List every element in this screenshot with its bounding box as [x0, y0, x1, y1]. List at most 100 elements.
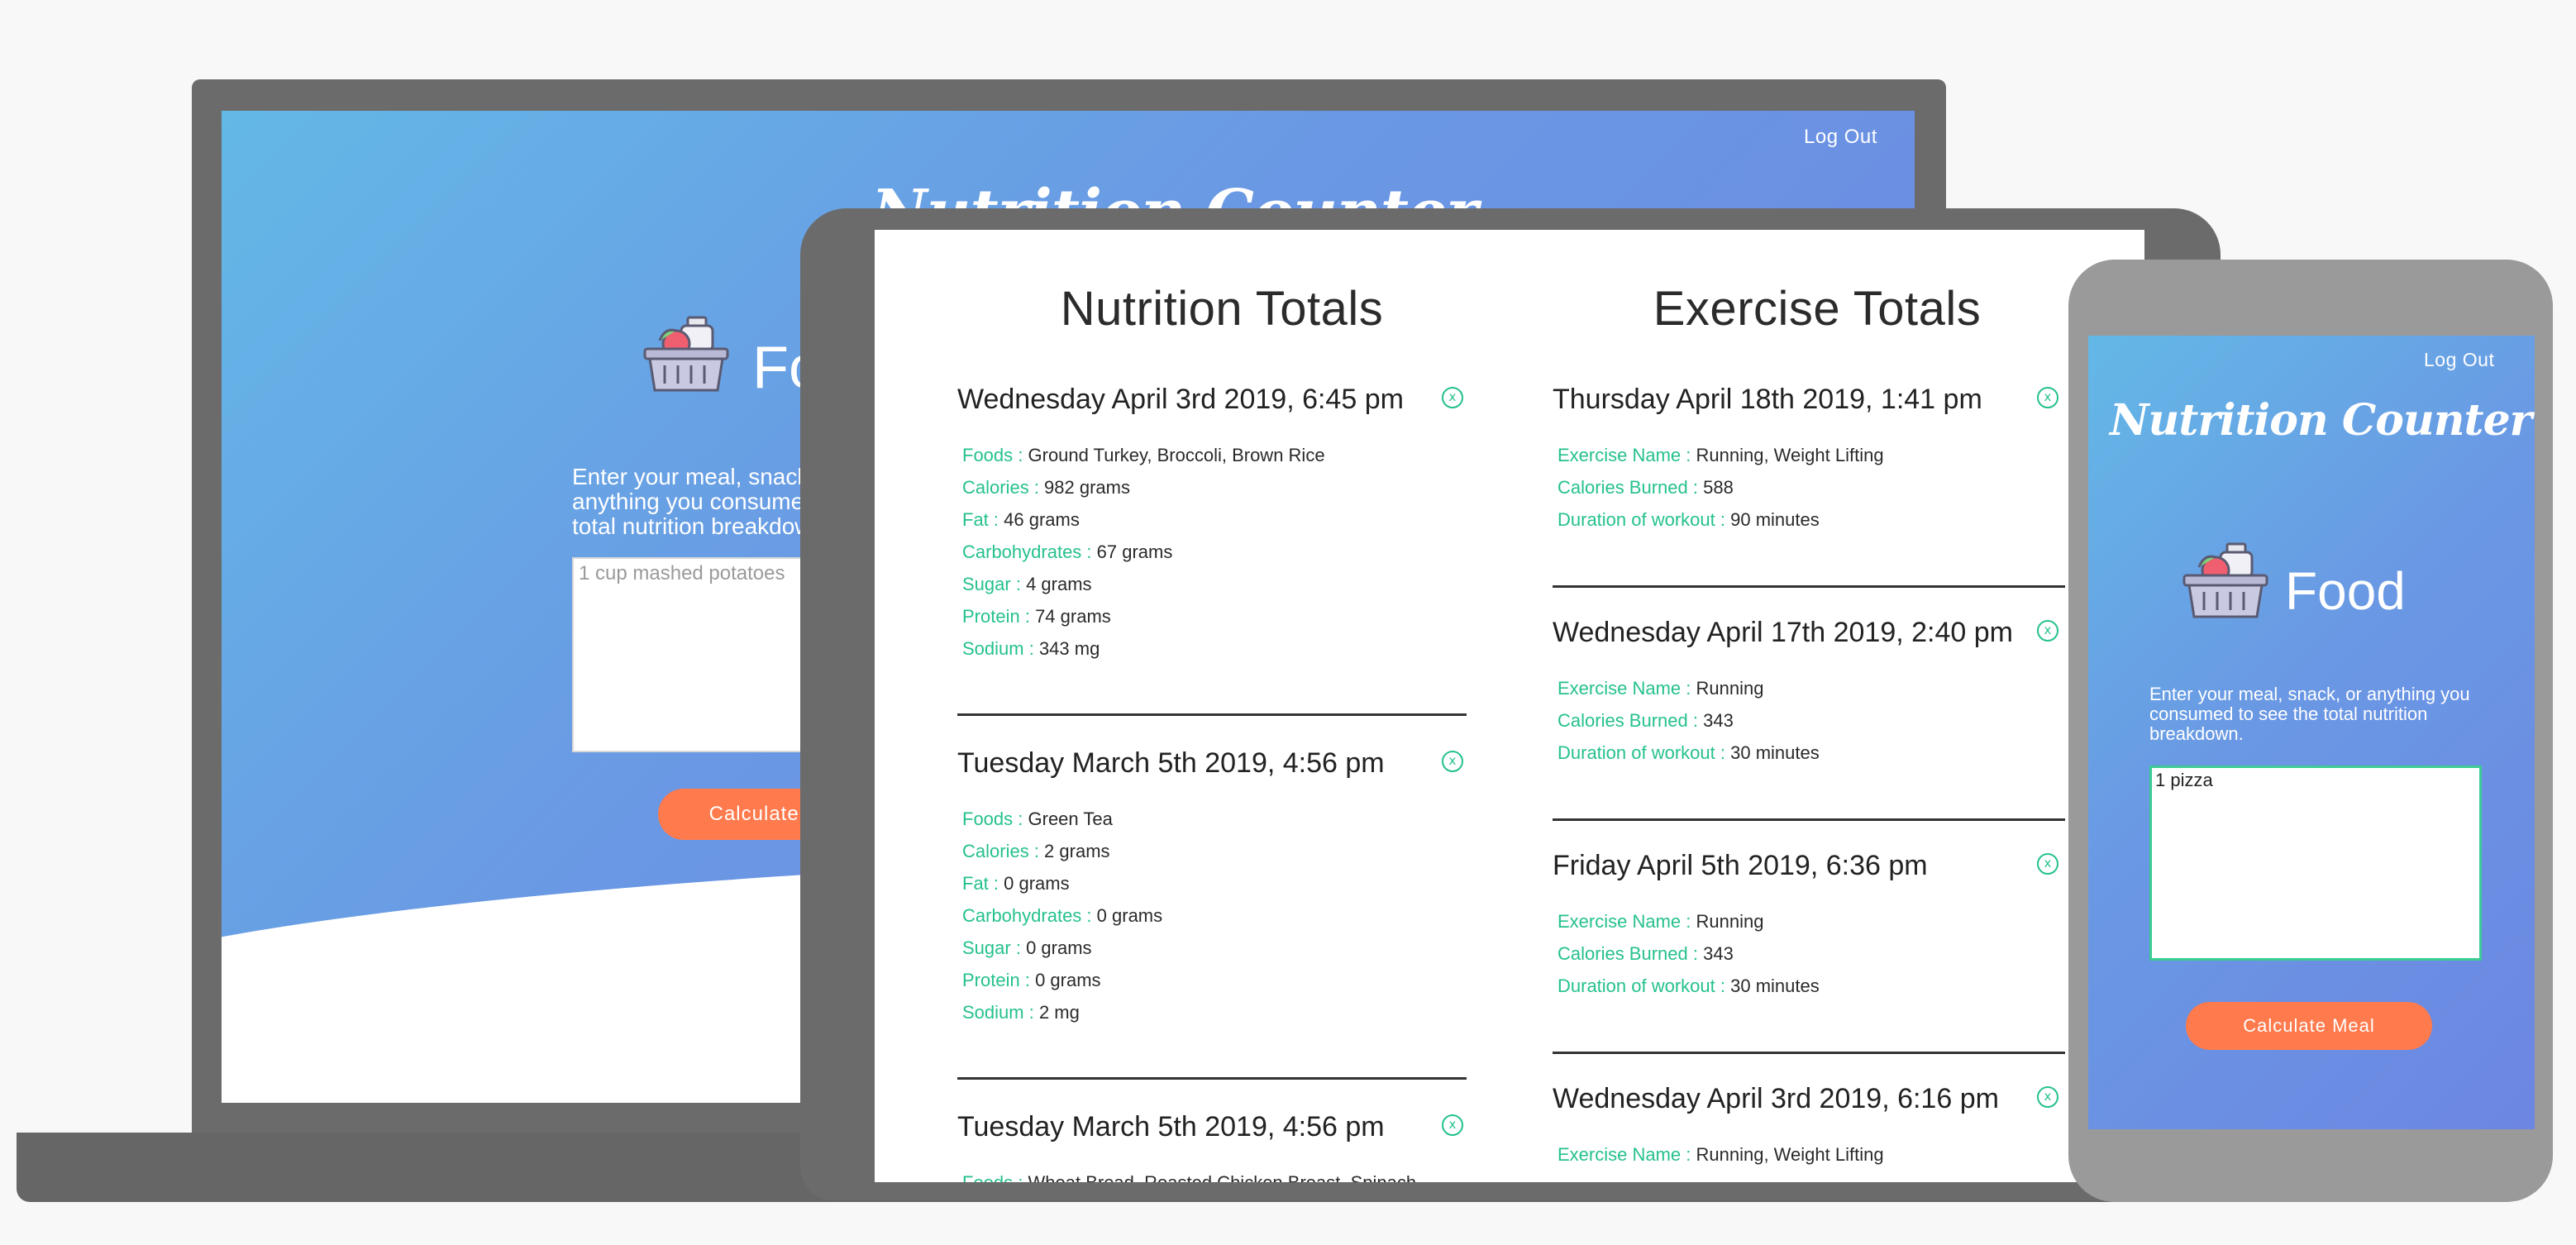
entry-divider: [1553, 585, 2065, 588]
field-protein: Protein : 0 grams: [962, 970, 1101, 990]
field-exercise-name: Exercise Name : Running: [1558, 678, 1764, 699]
field-value: Running, Weight Lifting: [1696, 1144, 1884, 1165]
field-key: Sugar: [962, 937, 1011, 958]
field-value: 343: [1703, 710, 1734, 731]
exercise-entry: Wednesday April 17th 2019, 2:40 pm x Exe…: [1553, 617, 2065, 782]
field-value: 0 grams: [1026, 937, 1092, 958]
meal-textarea-value: 1 pizza: [2155, 770, 2213, 790]
exercise-entry: Wednesday April 3rd 2019, 6:16 pm x Exer…: [1553, 1083, 2065, 1182]
field-key: Fat: [962, 873, 989, 894]
field-value: Wheat Bread, Roasted Chicken Breast, Spi…: [1028, 1172, 1417, 1182]
field-key: Duration of workout: [1558, 742, 1715, 763]
field-fat: Fat : 46 grams: [962, 509, 1080, 530]
entry-date: Tuesday March 5th 2019, 4:56 pm: [957, 747, 1385, 779]
calculate-meal-button[interactable]: Calculate Meal: [2186, 1002, 2432, 1050]
entry-date: Wednesday April 17th 2019, 2:40 pm: [1553, 617, 2013, 648]
field-key: Foods: [962, 445, 1014, 465]
entry-divider: [1553, 1052, 2065, 1054]
close-icon[interactable]: x: [2037, 387, 2058, 408]
field-value: Running: [1696, 911, 1764, 932]
exercise-entry: Friday April 5th 2019, 6:36 pm x Exercis…: [1553, 850, 2065, 1015]
field-calories-burned: Calories Burned : 588: [1558, 477, 1734, 498]
field-value: 2 grams: [1044, 841, 1110, 861]
field-duration: Duration of workout : 90 minutes: [1558, 509, 1820, 530]
field-key: Calories Burned: [1558, 943, 1688, 964]
meal-instructions: Enter your meal, snack, or anything you …: [2149, 684, 2470, 744]
field-value: 74 grams: [1035, 606, 1111, 627]
field-sodium: Sodium : 343 mg: [962, 638, 1100, 659]
food-basket-icon: [2179, 539, 2272, 622]
nutrition-entry: Tuesday March 5th 2019, 4:56 pm x Foods …: [957, 1111, 1470, 1182]
field-sodium: Sodium : 2 mg: [962, 1002, 1080, 1023]
field-key: Sodium: [962, 1002, 1024, 1023]
field-exercise-name: Exercise Name : Running, Weight Lifting: [1558, 445, 1884, 465]
field-key: Exercise Name: [1558, 445, 1682, 465]
field-duration: Duration of workout : 30 minutes: [1558, 742, 1820, 763]
exercise-entry: Thursday April 18th 2019, 1:41 pm x Exer…: [1553, 384, 2065, 549]
logout-link[interactable]: Log Out: [1804, 126, 1877, 149]
field-key: Foods: [962, 809, 1014, 829]
field-key: Exercise Name: [1558, 678, 1682, 699]
close-icon[interactable]: x: [2037, 620, 2058, 642]
field-key: Calories Burned: [1558, 477, 1688, 498]
field-key: Exercise Name: [1558, 1144, 1682, 1165]
field-value: Green Tea: [1028, 809, 1113, 829]
field-value: 30 minutes: [1730, 975, 1820, 996]
nutrition-entry: Wednesday April 3rd 2019, 6:45 pm x Food…: [957, 384, 1470, 731]
entry-divider: [1553, 818, 2065, 821]
close-icon[interactable]: x: [2037, 853, 2058, 875]
field-value: 0 grams: [1035, 970, 1101, 990]
field-key: Duration of workout: [1558, 509, 1715, 530]
app-title: Nutrition Counter: [2110, 395, 2532, 446]
field-key: Sugar: [962, 574, 1011, 594]
phone-screen: Log Out Nutrition Counter Food Enter you…: [2088, 336, 2535, 1129]
nutrition-totals-title: Nutrition Totals: [1060, 282, 1384, 336]
logout-link[interactable]: Log Out: [2424, 349, 2494, 371]
field-key: Calories: [962, 841, 1029, 861]
field-sugar: Sugar : 4 grams: [962, 574, 1092, 594]
field-calories: Calories : 2 grams: [962, 841, 1110, 861]
field-key: Foods: [962, 1172, 1013, 1182]
nutrition-entry: Tuesday March 5th 2019, 4:56 pm x Foods …: [957, 747, 1470, 1095]
field-key: Carbohydrates: [962, 541, 1082, 562]
field-key: Calories: [962, 477, 1029, 498]
field-sugar: Sugar : 0 grams: [962, 937, 1092, 958]
section-title: Food: [2285, 561, 2406, 621]
field-value: 90 minutes: [1730, 509, 1820, 530]
field-duration: Duration of workout : 30 minutes: [1558, 975, 1820, 996]
field-value: 30 minutes: [1730, 742, 1820, 763]
field-carbohydrates: Carbohydrates : 0 grams: [962, 905, 1163, 926]
field-calories: Calories : 982 grams: [962, 477, 1130, 498]
field-value: Running: [1696, 678, 1764, 699]
field-foods: Foods : Wheat Bread, Roasted Chicken Bre…: [962, 1172, 1416, 1182]
field-key: Exercise Name: [1558, 911, 1682, 932]
close-icon[interactable]: x: [1442, 1114, 1463, 1136]
field-key: Calories Burned: [1558, 710, 1688, 731]
food-basket-icon: [640, 312, 732, 395]
entry-date: Wednesday April 3rd 2019, 6:45 pm: [957, 384, 1404, 415]
field-key: Carbohydrates: [962, 905, 1082, 926]
entry-date: Friday April 5th 2019, 6:36 pm: [1553, 850, 1928, 881]
field-value: 343 mg: [1038, 638, 1100, 659]
field-key: Sodium: [962, 638, 1024, 659]
close-icon[interactable]: x: [1442, 387, 1463, 408]
field-value: 0 grams: [1096, 905, 1163, 926]
field-value: 4 grams: [1026, 574, 1092, 594]
field-value: 982 grams: [1044, 477, 1130, 498]
field-value: 0 grams: [1004, 873, 1070, 894]
field-value: 588: [1703, 477, 1734, 498]
entry-divider: [957, 713, 1467, 716]
field-carbohydrates: Carbohydrates : 67 grams: [962, 541, 1173, 562]
entry-date: Tuesday March 5th 2019, 4:56 pm: [957, 1111, 1385, 1142]
meal-textarea[interactable]: 1 pizza: [2149, 766, 2482, 961]
field-key: Duration of workout: [1558, 975, 1715, 996]
field-foods: Foods : Ground Turkey, Broccoli, Brown R…: [962, 445, 1325, 465]
close-icon[interactable]: x: [1442, 751, 1463, 772]
field-value: 343: [1703, 943, 1734, 964]
field-exercise-name: Exercise Name : Running: [1558, 911, 1764, 932]
entry-date: Wednesday April 3rd 2019, 6:16 pm: [1553, 1083, 1999, 1114]
close-icon[interactable]: x: [2037, 1086, 2058, 1108]
field-key: Protein: [962, 606, 1020, 627]
field-calories-burned: Calories Burned : 343: [1558, 943, 1734, 964]
field-value: 67 grams: [1096, 541, 1173, 562]
